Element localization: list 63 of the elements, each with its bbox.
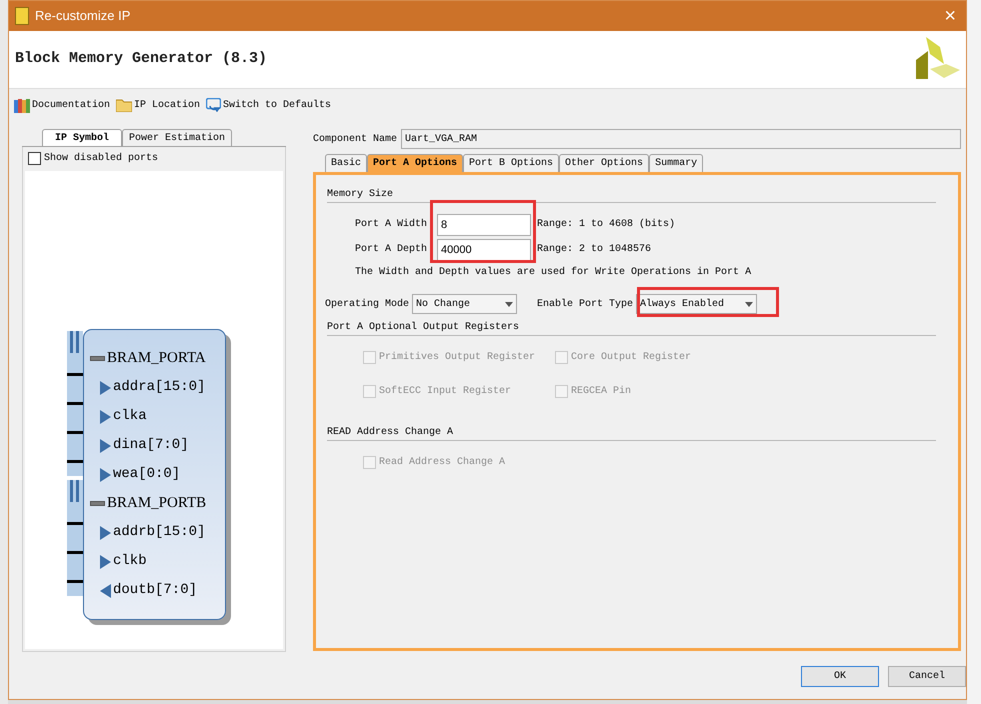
tab[interactable]: Other Options (559, 154, 650, 172)
bus-icon (90, 501, 105, 506)
tab[interactable]: Port B Options (463, 154, 560, 172)
toolbar-button[interactable]: Switch to Defaults (206, 98, 332, 112)
dropdown[interactable]: No Change (412, 294, 518, 314)
port-pin (67, 551, 83, 554)
dialog-button[interactable]: Cancel (888, 666, 966, 687)
bus-label: BRAM_PORTA (107, 349, 206, 368)
field-label: Port A Width (355, 218, 428, 232)
port-pin (67, 402, 83, 405)
port-label: clkb (113, 552, 147, 571)
port-label: addrb[15:0] (113, 523, 206, 542)
folder-icon (116, 98, 132, 112)
checkbox-option[interactable]: Show disabled ports (25, 149, 283, 167)
panel-tab[interactable]: Power Estimation (122, 129, 232, 146)
port-pin (67, 431, 83, 434)
port-pin (67, 522, 83, 525)
close-button[interactable]: × (940, 6, 960, 26)
checkbox[interactable] (28, 152, 41, 164)
books-icon (14, 98, 30, 112)
input-arrow-icon (100, 526, 111, 540)
toolbar-button[interactable]: Documentation (14, 98, 110, 112)
field-label: Component Name (313, 132, 398, 146)
range-hint: Range: 1 to 4608 (bits) (537, 218, 676, 232)
dialog-button[interactable]: OK (801, 666, 879, 687)
panel-tab[interactable]: IP Symbol (42, 129, 122, 146)
text-field[interactable]: 40000 (437, 238, 531, 260)
dropdown[interactable]: Always Enabled (636, 294, 758, 314)
section-heading: Memory Size (327, 188, 394, 202)
input-arrow-icon (100, 554, 111, 568)
note-text: The Width and Depth values are used for Write Operations in Port A (354, 266, 752, 280)
section-heading: READ Address Change A (327, 426, 454, 440)
input-arrow-icon (100, 380, 111, 394)
dialog-heading: Block Memory Generator (8.3) (15, 49, 268, 70)
window-title: Re-customize IP (35, 7, 130, 26)
port-label: dina[7:0] (113, 436, 189, 455)
tab[interactable]: Port A Options (367, 154, 464, 172)
tab[interactable]: Basic (325, 154, 368, 172)
bus-icon (90, 356, 105, 361)
tab[interactable]: Summary (649, 154, 704, 172)
toolbar-button[interactable]: IP Location (116, 98, 200, 112)
text-field[interactable]: 8 (437, 214, 531, 236)
port-label: clka (113, 407, 147, 426)
ip-icon (15, 7, 29, 25)
component-name-field[interactable]: Uart_VGA_RAM (401, 129, 961, 149)
field-label: Operating Mode (325, 298, 410, 312)
port-label: addra[15:0] (113, 378, 206, 397)
field-label: Enable Port Type (537, 298, 634, 312)
field-label: Port A Depth (355, 242, 428, 257)
port-label: doutb[7:0] (113, 581, 198, 600)
port-pin (67, 373, 83, 376)
input-arrow-icon (100, 468, 111, 482)
input-arrow-icon (100, 410, 111, 424)
range-hint: Range: 2 to 1048576 (537, 243, 652, 257)
bus-label: BRAM_PORTB (107, 494, 206, 514)
port-pin (67, 580, 83, 583)
input-arrow-icon (100, 438, 111, 452)
output-arrow-icon (100, 584, 111, 598)
port-pin (67, 460, 83, 463)
section-heading: Port A Optional Output Registers (327, 320, 520, 335)
dropdown-arrow-icon (745, 302, 754, 306)
dropdown-arrow-icon (505, 302, 514, 306)
port-label: wea[0:0] (113, 465, 180, 484)
